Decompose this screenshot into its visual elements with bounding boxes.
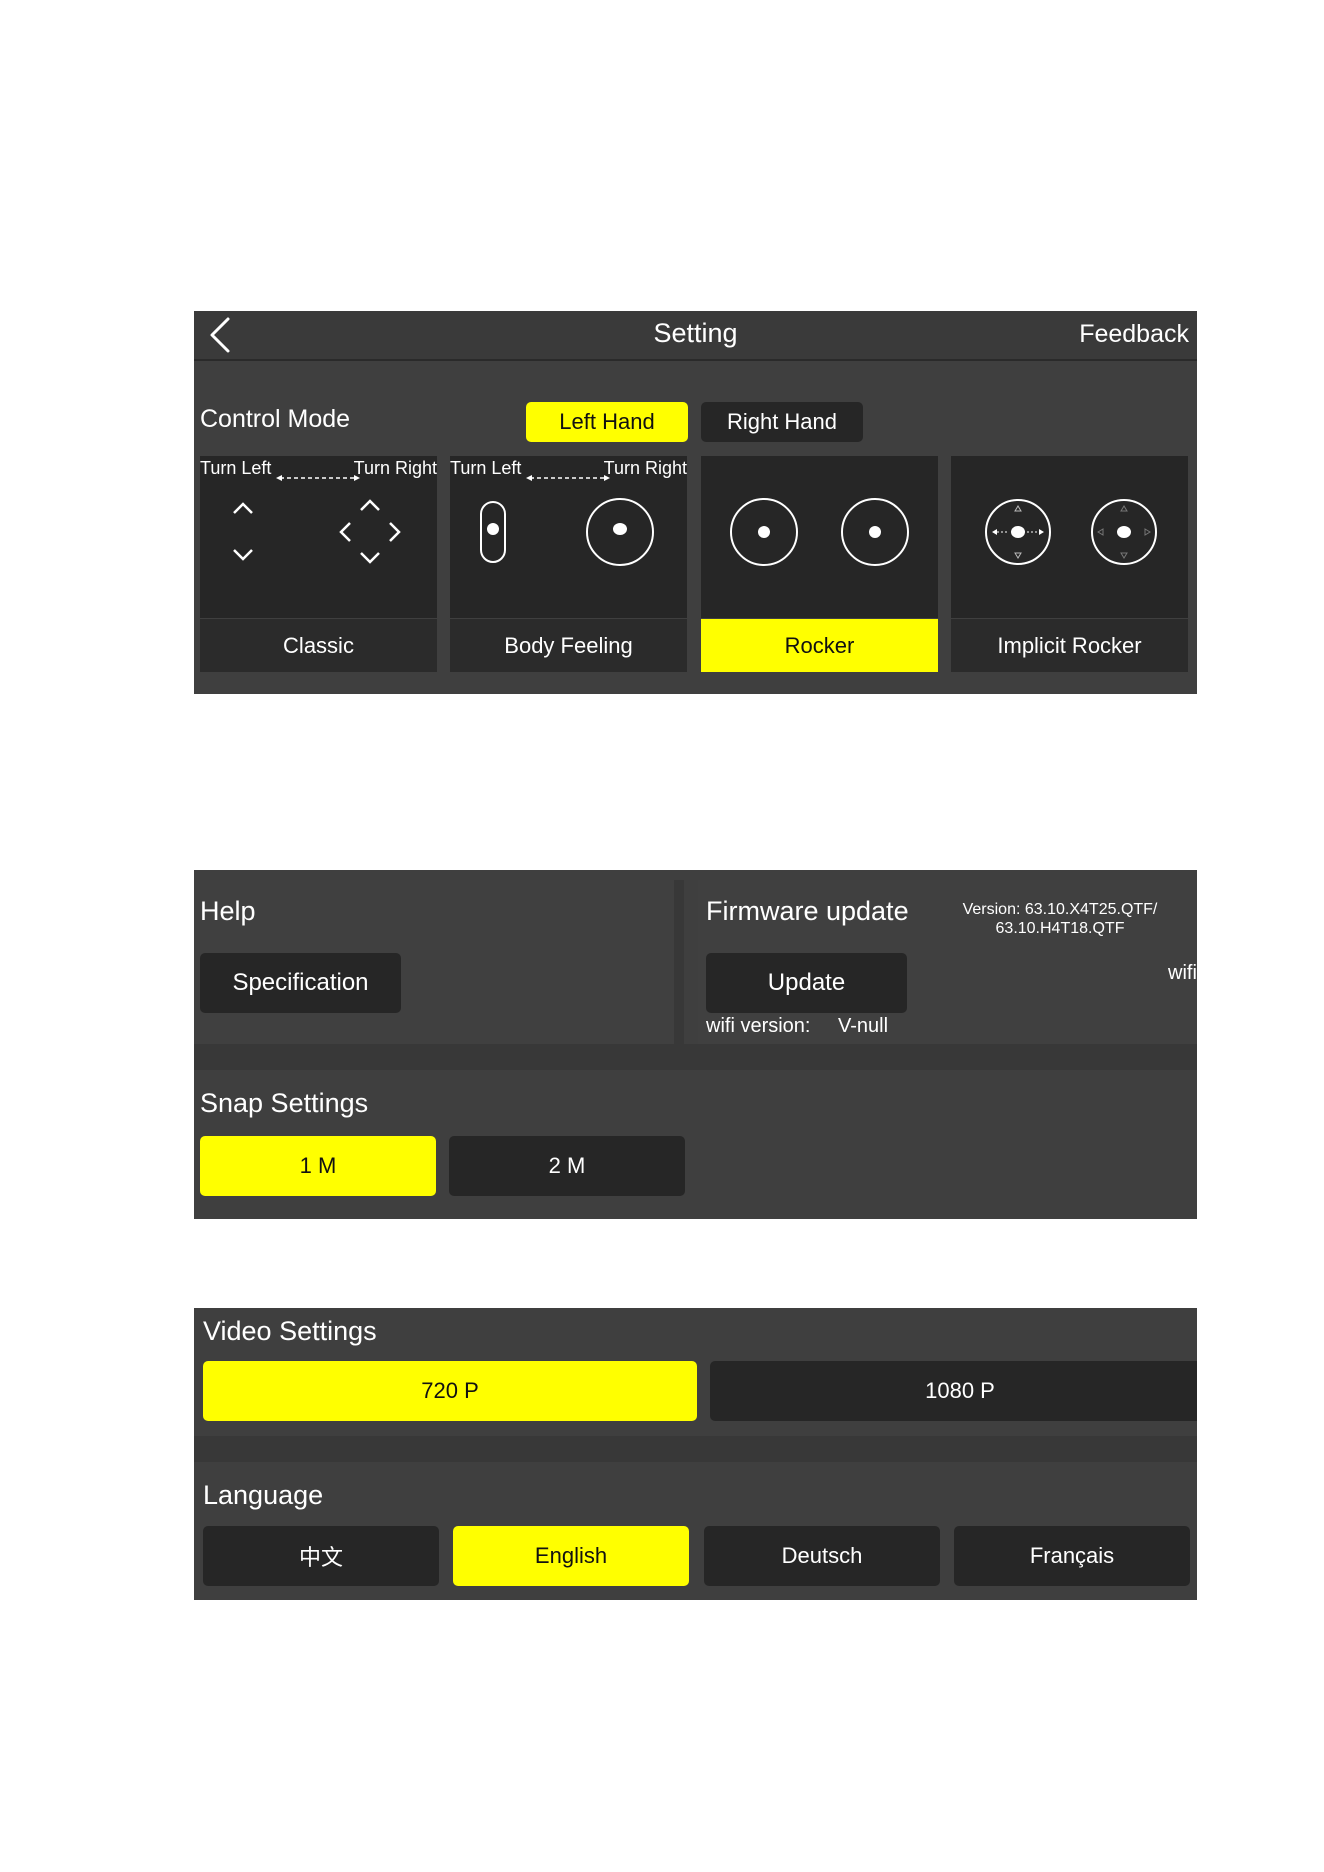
mode-card-classic[interactable]: Turn Left Turn Right Classic [200, 456, 437, 672]
specification-button[interactable]: Specification [200, 953, 401, 1013]
section-divider [194, 1044, 1197, 1070]
right-hand-button[interactable]: Right Hand [701, 402, 863, 442]
rocker-preview [701, 456, 938, 618]
classic-arrows-icon [233, 475, 401, 564]
wifi-version-value: V-null [838, 1015, 889, 1037]
language-francais-button[interactable]: Français [954, 1526, 1190, 1586]
snap-1m-button[interactable]: 1 M [200, 1136, 436, 1196]
mode-card-implicit-rocker[interactable]: Implicit Rocker [951, 456, 1188, 672]
video-720p-button[interactable]: 720 P [203, 1361, 697, 1421]
snap-2m-button[interactable]: 2 M [449, 1136, 685, 1196]
firmware-version-text: Version: 63.10.X4T25.QTF/ 63.10.H4T18.QT… [945, 900, 1175, 938]
help-firmware-snap-panel: Help Specification Firmware update Versi… [194, 870, 1197, 1219]
mode-label-rocker: Rocker [701, 619, 938, 672]
update-button[interactable]: Update [706, 953, 907, 1013]
control-mode-panel: Setting Feedback Control Mode Left Hand … [194, 311, 1197, 694]
language-english-button[interactable]: English [453, 1526, 689, 1586]
left-hand-button[interactable]: Left Hand [526, 402, 688, 442]
rocker-joystick-icon [730, 498, 909, 566]
help-box: Help Specification [194, 880, 684, 1044]
feedback-link[interactable]: Feedback [1079, 320, 1189, 349]
video-settings-title: Video Settings [203, 1316, 377, 1346]
firmware-title: Firmware update [706, 896, 909, 926]
implicit-rocker-joystick-icon [985, 499, 1157, 565]
wifi-version-label: wifi version: [706, 1015, 811, 1037]
mode-label-classic: Classic [200, 619, 437, 672]
body-feeling-joystick-icon [480, 475, 654, 566]
implicit-rocker-preview [951, 456, 1188, 618]
mode-card-rocker[interactable]: Rocker [701, 456, 938, 672]
language-chinese-button[interactable]: 中文 [203, 1526, 439, 1586]
firmware-version-line1: Version: 63.10.X4T25.QTF/ [962, 901, 1158, 918]
wifi-truncated-label: wifi [1168, 962, 1197, 984]
classic-preview: Turn Left Turn Right [200, 456, 437, 618]
firmware-version-line2: 63.10.H4T18.QTF [995, 920, 1125, 937]
help-title: Help [200, 896, 256, 926]
mode-card-body-feeling[interactable]: Turn Left Turn Right Body Feeling [450, 456, 687, 672]
mode-label-implicit-rocker: Implicit Rocker [951, 619, 1188, 672]
video-language-panel: Video Settings 720 P 1080 P Language 中文 … [194, 1308, 1197, 1600]
language-title: Language [203, 1480, 324, 1510]
body-feeling-preview: Turn Left Turn Right [450, 456, 687, 618]
control-mode-title: Control Mode [200, 405, 351, 433]
snap-settings-title: Snap Settings [200, 1088, 369, 1118]
mode-label-body-feeling: Body Feeling [450, 619, 687, 672]
language-deutsch-button[interactable]: Deutsch [704, 1526, 940, 1586]
firmware-box: Firmware update Version: 63.10.X4T25.QTF… [698, 880, 1197, 1044]
section-divider [194, 1436, 1197, 1462]
top-bar: Setting Feedback [194, 311, 1197, 361]
video-1080p-button[interactable]: 1080 P [710, 1361, 1197, 1421]
page-title: Setting [653, 318, 738, 348]
